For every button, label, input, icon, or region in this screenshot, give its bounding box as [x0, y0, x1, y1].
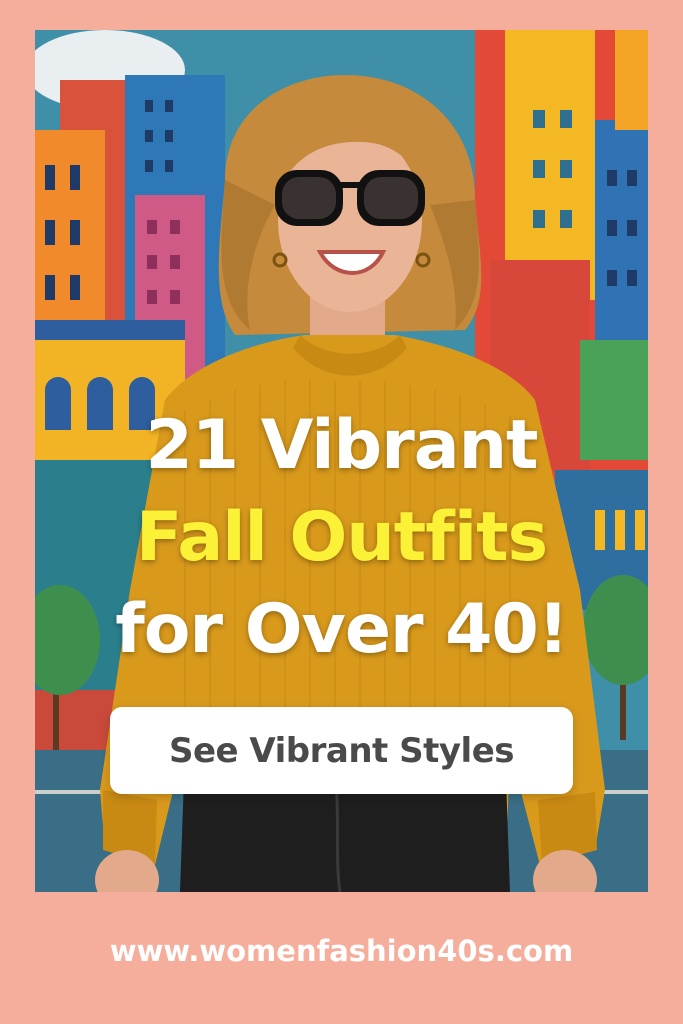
headline-line-2: Fall Outfits [135, 498, 548, 577]
headline-line-3: for Over 40! [115, 590, 569, 669]
see-vibrant-styles-button[interactable]: See Vibrant Styles [110, 707, 573, 794]
cta-button-label: See Vibrant Styles [168, 730, 515, 771]
website-url-link[interactable]: www.womenfashion40s.com [0, 934, 683, 968]
headline: 21 Vibrant Fall Outfits for Over 40! [0, 400, 683, 676]
headline-line-1: 21 Vibrant [145, 406, 538, 485]
